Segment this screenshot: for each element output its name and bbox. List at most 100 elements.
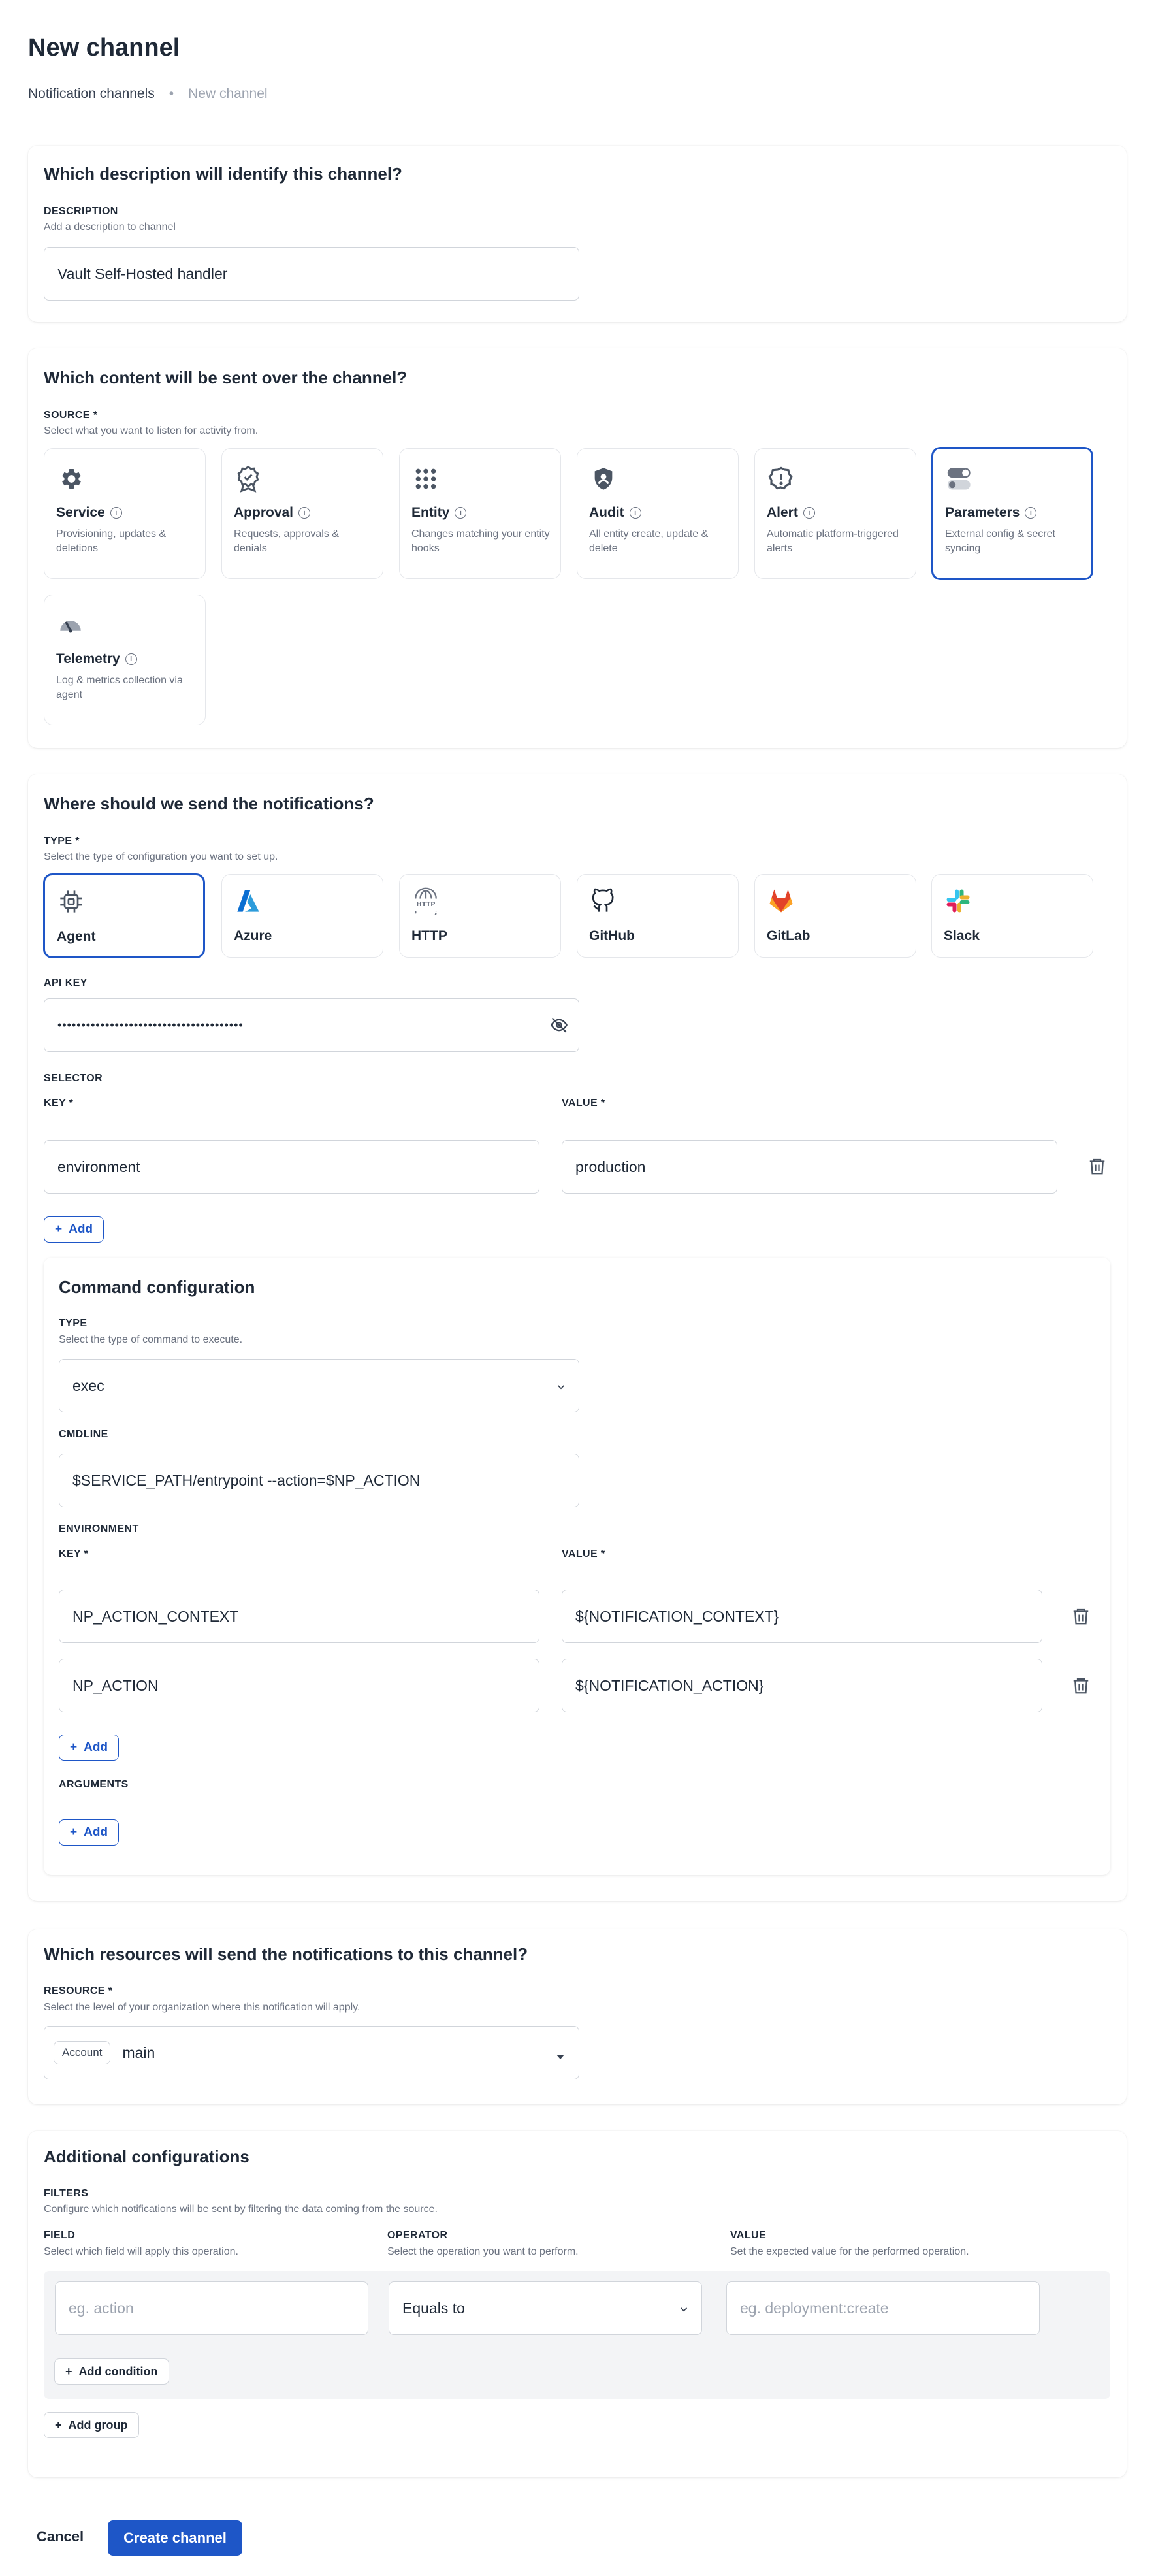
gear-icon [56,465,85,493]
add-environment-button[interactable]: + Add [59,1735,120,1761]
resource-select[interactable]: Account main [44,2026,579,2079]
create-channel-button[interactable]: Create channel [108,2520,242,2556]
source-hint: Select what you want to listen for activ… [44,425,259,436]
api-key-value: ••••••••••••••••••••••••••••••••••••••• [57,1018,244,1032]
info-icon[interactable]: i [629,507,641,519]
command-title: Command configuration [59,1277,255,1297]
command-type-label: TYPE [59,1318,88,1329]
source-desc-parameters: External config & secret syncing [945,529,1055,554]
filter-field-input[interactable]: eg. action [55,2281,368,2335]
env-key-input[interactable]: NP_ACTION [59,1659,539,1712]
add-selector-button[interactable]: + Add [44,1216,104,1243]
info-icon[interactable]: i [455,507,467,519]
selector-key-input[interactable]: environment [44,1140,539,1194]
slack-icon [944,887,972,915]
description-hint: Add a description to channel [44,221,176,233]
source-tile-approval[interactable]: Approval i Requests, approvals & denials [221,448,383,579]
operator-hint: Select the operation you want to perform… [387,2246,579,2257]
add-group-label: Add group [68,2418,128,2432]
gauge-icon [56,611,85,640]
filter-operator-select[interactable]: Equals to [389,2281,702,2335]
env-value-label: VALUE * [562,1548,605,1559]
type-tile-github[interactable]: GitHub [577,874,739,958]
source-tile-service[interactable]: Service i Provisioning, updates & deletio… [44,448,206,579]
caret-down-icon [555,2047,566,2065]
plus-icon: + [55,1222,63,1236]
type-name-http: HTTP [411,928,447,943]
source-tile-entity[interactable]: Entity i Changes matching your entity hoo… [399,448,561,579]
filter-value-input[interactable]: eg. deployment:create [726,2281,1040,2335]
command-type-select[interactable]: exec [59,1359,579,1412]
filters-label: FILTERS [44,2188,89,2199]
arguments-label: ARGUMENTS [59,1779,129,1790]
type-name-agent: Agent [57,929,96,944]
cmdline-input[interactable]: $SERVICE_PATH/entrypoint --action=$NP_AC… [59,1454,579,1507]
chip-icon [57,887,86,916]
type-hint: Select the type of configuration you wan… [44,851,278,862]
info-icon[interactable]: i [803,507,815,519]
gitlab-icon [767,887,795,915]
info-icon[interactable]: i [298,507,311,519]
type-tile-http[interactable]: HTTP HTTP [399,874,561,958]
chevron-down-icon [555,1379,567,1397]
additional-configurations-card: Additional configurations FILTERS Config… [28,2131,1127,2477]
source-name-audit: Audit [589,505,624,520]
resources-card: Which resources will send the notificati… [28,1929,1127,2104]
source-desc-alert: Automatic platform-triggered alerts [767,529,899,554]
destination-section-title: Where should we send the notifications? [44,794,374,813]
info-icon[interactable]: i [110,507,122,519]
source-tile-alert[interactable]: Alert i Automatic platform-triggered aler… [754,448,916,579]
type-tile-slack[interactable]: Slack [931,874,1093,958]
type-tile-azure[interactable]: Azure [221,874,383,958]
grid-dots-icon [411,465,440,493]
shield-icon [589,465,618,493]
trash-icon[interactable] [1087,1155,1107,1177]
azure-icon [234,887,263,915]
env-key-label: KEY * [59,1548,89,1559]
environment-label: ENVIRONMENT [59,1524,139,1535]
env-value-input[interactable]: ${NOTIFICATION_CONTEXT} [562,1590,1042,1643]
api-key-label: API KEY [44,977,88,988]
source-name-entity: Entity [411,505,450,520]
content-card: Which content will be sent over the chan… [28,348,1127,748]
info-icon[interactable]: i [1025,507,1037,519]
type-tile-gitlab[interactable]: GitLab [754,874,916,958]
plus-icon: + [55,2418,62,2432]
trash-icon[interactable] [1071,1674,1091,1697]
env-key-input[interactable]: NP_ACTION_CONTEXT [59,1590,539,1643]
env-value-input[interactable]: ${NOTIFICATION_ACTION} [562,1659,1042,1712]
value-hint: Set the expected value for the performed… [730,2246,969,2257]
description-input[interactable]: Vault Self-Hosted handler [44,247,579,301]
selector-value-input[interactable]: production [562,1140,1057,1194]
source-desc-audit: All entity create, update & delete [589,529,709,554]
resource-hint: Select the level of your organization wh… [44,2002,361,2013]
breadcrumb-current: New channel [188,86,268,101]
cancel-button[interactable]: Cancel [37,2528,84,2545]
source-tile-telemetry[interactable]: Telemetry i Log & metrics collection via … [44,595,206,725]
source-name-parameters: Parameters [945,505,1020,520]
filters-hint: Configure which notifications will be se… [44,2204,438,2215]
command-type-hint: Select the type of command to execute. [59,1334,243,1345]
plus-icon: + [65,2364,72,2378]
page-title: New channel [28,34,180,61]
api-key-input[interactable]: ••••••••••••••••••••••••••••••••••••••• [44,998,579,1052]
filter-group: eg. action Equals to eg. deployment:crea… [44,2271,1110,2399]
source-name-telemetry: Telemetry [56,651,120,666]
source-tile-audit[interactable]: Audit i All entity create, update & delet… [577,448,739,579]
toggle-icon [946,465,975,493]
breadcrumb-link-notification-channels[interactable]: Notification channels [28,86,155,102]
type-tile-agent[interactable]: Agent [43,873,205,958]
eye-off-icon[interactable] [550,1016,568,1037]
info-icon[interactable]: i [125,653,137,665]
add-group-button[interactable]: + Add group [44,2412,139,2438]
operator-label: OPERATOR [387,2230,448,2241]
add-condition-button[interactable]: + Add condition [54,2358,169,2385]
source-name-approval: Approval [234,505,294,520]
trash-icon[interactable] [1071,1605,1091,1627]
add-argument-button[interactable]: + Add [59,1819,120,1846]
source-tile-parameters[interactable]: Parameters i External config & secret syn… [931,447,1093,580]
badge-check-icon [234,465,263,493]
selector-key-label: KEY * [44,1098,74,1109]
content-section-title: Which content will be sent over the chan… [44,368,408,387]
type-name-slack: Slack [944,928,980,943]
